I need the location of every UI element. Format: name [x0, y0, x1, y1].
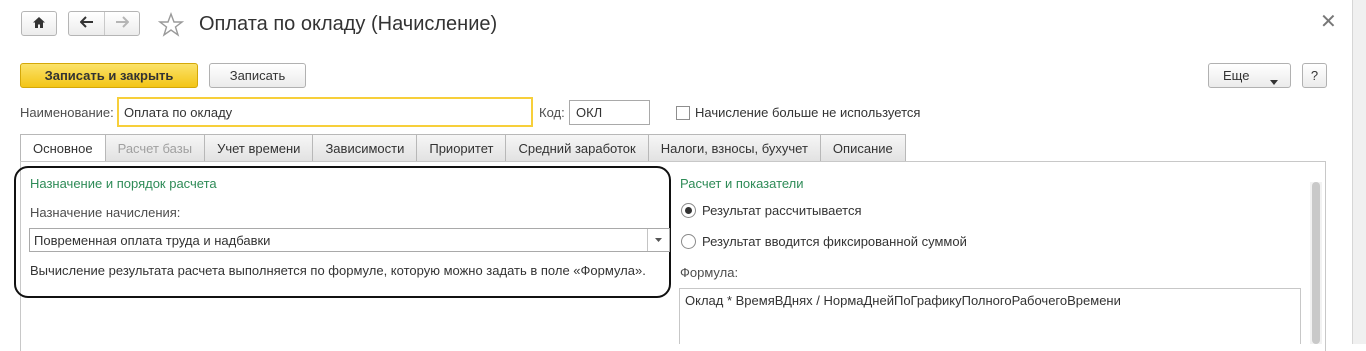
window-edge: [1352, 0, 1366, 344]
radio-selected-dot: [685, 207, 692, 214]
code-input[interactable]: ОКЛ: [569, 100, 650, 125]
name-label: Наименование:: [20, 105, 114, 120]
help-button[interactable]: ?: [1302, 63, 1327, 88]
unused-checkbox[interactable]: [676, 106, 690, 120]
dropdown-arrow-icon[interactable]: [647, 229, 669, 251]
purpose-group-title: Назначение и порядок расчета: [30, 176, 217, 191]
save-button[interactable]: Записать: [209, 63, 306, 88]
calculation-hint: Вычисление результата расчета выполняетс…: [30, 263, 646, 278]
back-button[interactable]: [69, 12, 104, 35]
purpose-select-value: Повременная оплата труда и надбавки: [34, 232, 271, 248]
tab-average-earnings[interactable]: Средний заработок: [506, 134, 649, 162]
tab-dependencies[interactable]: Зависимости: [313, 134, 418, 162]
save-and-close-button[interactable]: Записать и закрыть: [20, 63, 198, 88]
home-icon: [32, 16, 46, 32]
tab-taxes-contributions[interactable]: Налоги, взносы, бухучет: [648, 134, 821, 162]
radio-result-fixed-label: Результат вводится фиксированной суммой: [702, 234, 967, 249]
home-button[interactable]: [21, 11, 57, 36]
tab-time-accounting[interactable]: Учет времени: [205, 134, 314, 162]
code-label: Код:: [539, 105, 565, 120]
nav-history-group: [68, 11, 140, 36]
forward-button[interactable]: [104, 12, 139, 35]
calc-group-title: Расчет и показатели: [680, 176, 804, 191]
formula-textarea[interactable]: Оклад * ВремяВДнях / НормаДнейПоГрафикуП…: [679, 288, 1301, 344]
tab-strip: Основное Расчет базы Учет времени Зависи…: [20, 134, 906, 162]
chevron-down-icon: [1270, 73, 1278, 88]
formula-label: Формула:: [680, 265, 739, 280]
forward-arrow-icon: [115, 16, 130, 31]
unused-label: Начисление больше не используется: [695, 105, 921, 120]
radio-result-calculated[interactable]: [681, 203, 696, 218]
tab-description[interactable]: Описание: [820, 134, 906, 162]
back-arrow-icon: [79, 16, 94, 31]
purpose-select[interactable]: Повременная оплата труда и надбавки: [29, 228, 670, 252]
scrollbar-thumb[interactable]: [1312, 182, 1320, 344]
content-scrollbar[interactable]: [1310, 182, 1322, 344]
page-title: Оплата по окладу (Начисление): [199, 13, 498, 35]
tab-priority[interactable]: Приоритет: [417, 134, 507, 162]
purpose-label: Назначение начисления:: [30, 205, 181, 220]
radio-result-calculated-label: Результат рассчитывается: [702, 203, 862, 218]
close-icon[interactable]: ✕: [1320, 12, 1337, 32]
tab-main[interactable]: Основное: [20, 134, 106, 162]
name-input[interactable]: Оплата по окладу: [117, 97, 533, 127]
more-menu-button[interactable]: Еще: [1208, 63, 1291, 88]
radio-result-fixed[interactable]: [681, 234, 696, 249]
more-label: Еще: [1223, 68, 1250, 83]
star-icon[interactable]: [157, 12, 185, 40]
tab-base-calculation[interactable]: Расчет базы: [105, 134, 206, 162]
